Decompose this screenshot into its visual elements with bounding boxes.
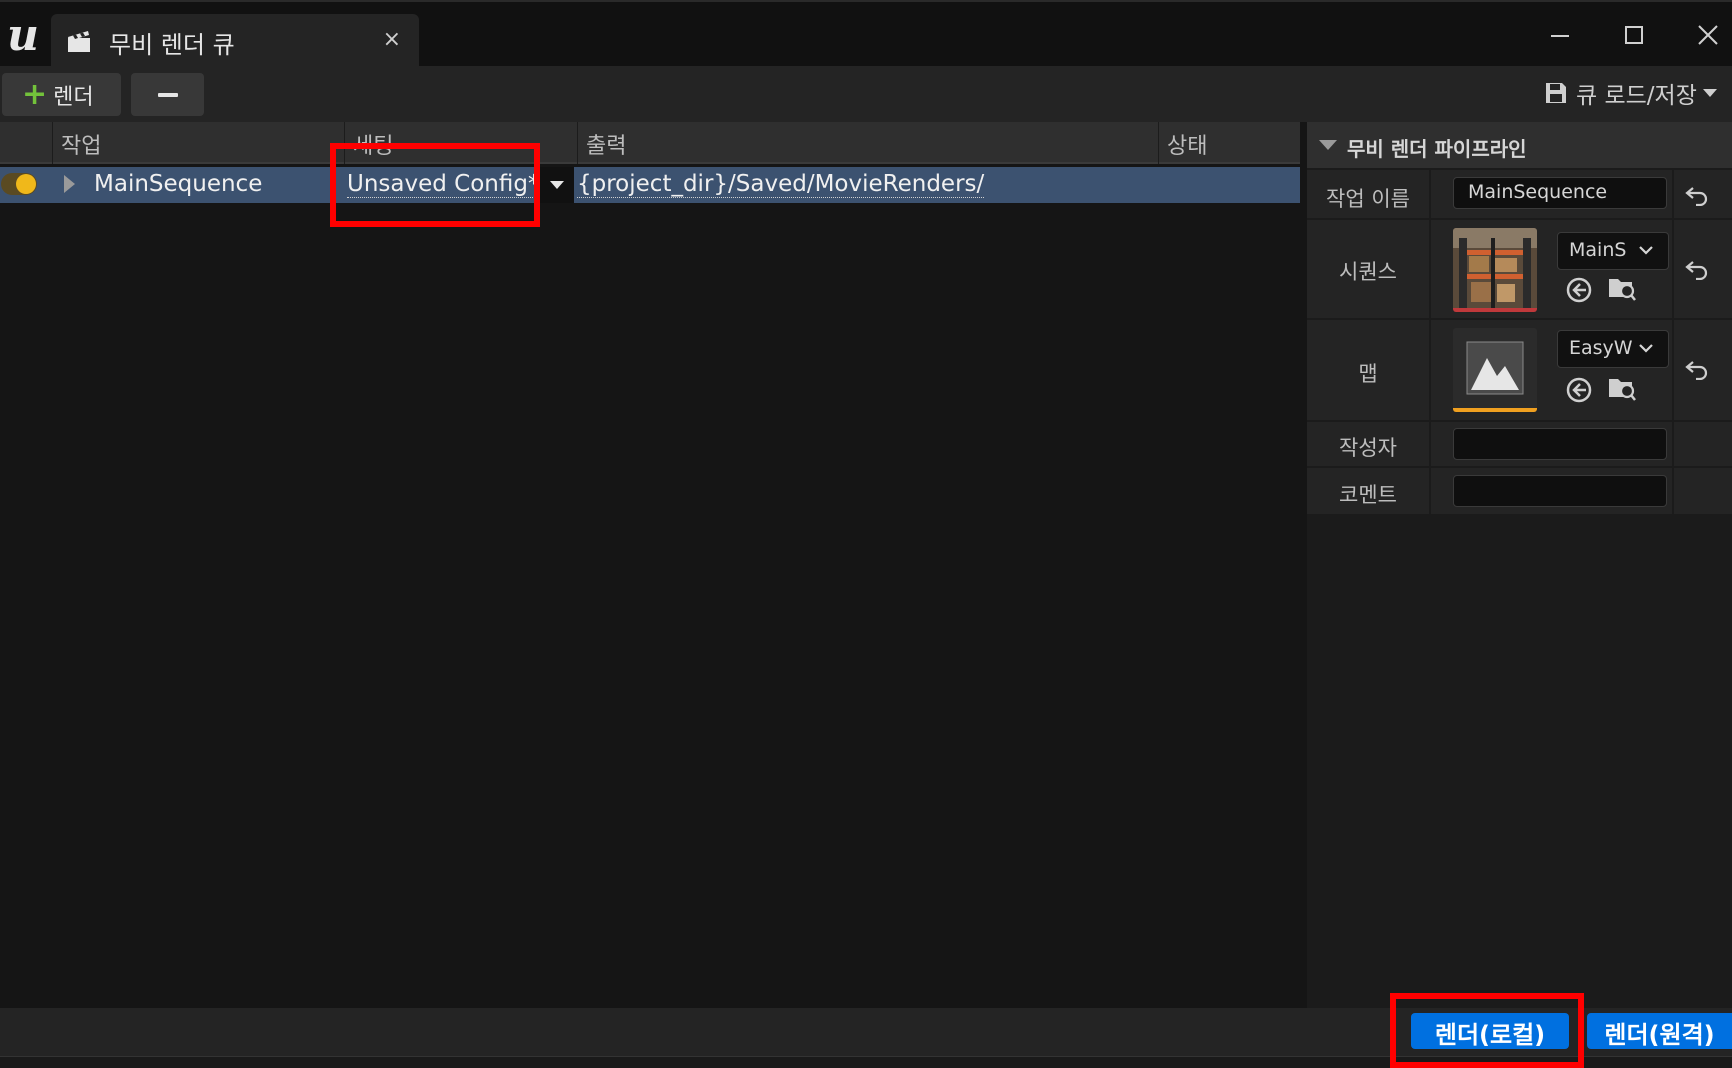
sequence-thumbnail[interactable]	[1453, 228, 1537, 312]
map-thumbnail[interactable]	[1453, 328, 1537, 412]
divider	[1429, 320, 1431, 420]
job-name: MainSequence	[94, 171, 263, 197]
queue-load-save-button[interactable]: 큐 로드/저장	[1544, 78, 1717, 109]
unreal-logo-icon[interactable]: u	[0, 8, 46, 62]
prop-job-name: 작업 이름 MainSequence	[1307, 168, 1732, 218]
tab-movie-render-queue[interactable]: 무비 렌더 큐 ×	[51, 14, 419, 68]
comment-label: 코멘트	[1339, 483, 1397, 507]
map-preview-image	[1466, 341, 1524, 395]
job-list-header: 작업 세팅 출력 상태	[0, 122, 1300, 164]
add-render-label: 렌더	[53, 84, 94, 110]
chevron-down-icon	[550, 181, 564, 189]
author-input[interactable]	[1453, 428, 1667, 460]
tab-close-icon[interactable]: ×	[383, 27, 401, 52]
annotation-highlight-render-local	[1390, 993, 1584, 1068]
add-render-button[interactable]: + 렌더	[2, 73, 121, 116]
toolbar: + 렌더 큐 로드/저장	[0, 66, 1732, 122]
tab-title: 무비 렌더 큐	[109, 31, 235, 59]
sequence-label: 시퀀스	[1339, 260, 1397, 284]
toggle-knob	[16, 174, 36, 194]
minimize-icon[interactable]	[1540, 18, 1580, 54]
job-name-label: 작업 이름	[1326, 187, 1410, 211]
column-output[interactable]: 출력	[577, 122, 1158, 164]
prop-comment: 코멘트	[1307, 466, 1732, 514]
divider	[1672, 170, 1674, 218]
divider	[1429, 422, 1431, 466]
arrow-left-circle-icon[interactable]	[1564, 375, 1594, 405]
arrow-left-circle-icon[interactable]	[1564, 275, 1594, 305]
comment-input[interactable]	[1453, 475, 1667, 507]
divider	[1672, 320, 1674, 420]
divider	[1429, 170, 1431, 218]
maximize-icon[interactable]	[1614, 18, 1654, 54]
chevron-down-icon	[1702, 89, 1717, 97]
divider	[1429, 220, 1431, 318]
annotation-highlight-settings	[330, 143, 540, 227]
author-label: 작성자	[1339, 436, 1397, 460]
divider	[1672, 422, 1674, 466]
divider	[1672, 468, 1674, 514]
section-header[interactable]: 무비 렌더 파이프라인	[1307, 122, 1732, 168]
table-row[interactable]: MainSequence Unsaved Config* {project_di…	[0, 167, 1300, 203]
reset-arrow-icon[interactable]	[1684, 184, 1710, 206]
chevron-down-icon	[1639, 344, 1653, 353]
column-status[interactable]: 상태	[1158, 122, 1300, 164]
section-title: 무비 렌더 파이프라인	[1347, 137, 1527, 161]
job-name-input[interactable]: MainSequence	[1453, 177, 1667, 209]
floppy-disk-icon	[1546, 83, 1566, 103]
map-asset-name: EasyW	[1569, 337, 1633, 359]
divider	[1429, 468, 1431, 514]
column-enable[interactable]	[0, 122, 52, 164]
job-list: 작업 세팅 출력 상태 MainSequence Unsaved Config*…	[0, 122, 1300, 1008]
map-asset-dropdown[interactable]: EasyW	[1557, 330, 1669, 368]
divider	[1672, 220, 1674, 318]
sequence-asset-name: MainS	[1569, 239, 1627, 261]
chevron-down-icon	[1639, 246, 1653, 255]
details-panel: 무비 렌더 파이프라인 작업 이름 MainSequence 시퀀스 MainS…	[1307, 122, 1732, 1008]
sequence-preview-image	[1453, 228, 1537, 308]
expand-arrow-icon[interactable]	[64, 175, 75, 193]
map-label: 맵	[1358, 362, 1378, 386]
folder-search-icon[interactable]	[1607, 273, 1637, 303]
close-window-icon[interactable]	[1688, 18, 1728, 54]
collapse-arrow-icon	[1319, 140, 1337, 150]
title-bar: u 무비 렌더 큐 ×	[0, 0, 1732, 68]
folder-search-icon[interactable]	[1607, 373, 1637, 403]
render-remote-button[interactable]: 렌더(원격)	[1587, 1013, 1732, 1049]
clapperboard-icon	[68, 31, 90, 52]
minus-icon	[157, 92, 178, 97]
job-enable-toggle[interactable]	[1, 173, 37, 195]
prop-sequence: 시퀀스 MainS	[1307, 218, 1732, 318]
sequence-asset-dropdown[interactable]: MainS	[1557, 232, 1669, 270]
plus-icon: +	[22, 76, 48, 112]
settings-dropdown-button[interactable]	[540, 167, 574, 203]
queue-load-save-label: 큐 로드/저장	[1576, 83, 1697, 109]
column-job[interactable]: 작업	[52, 122, 344, 164]
prop-author: 작성자	[1307, 420, 1732, 466]
job-output-link[interactable]: {project_dir}/Saved/MovieRenders/	[577, 171, 985, 198]
prop-map: 맵 EasyW	[1307, 318, 1732, 420]
reset-arrow-icon[interactable]	[1684, 358, 1710, 380]
reset-arrow-icon[interactable]	[1684, 258, 1710, 280]
remove-job-button[interactable]	[131, 73, 204, 116]
